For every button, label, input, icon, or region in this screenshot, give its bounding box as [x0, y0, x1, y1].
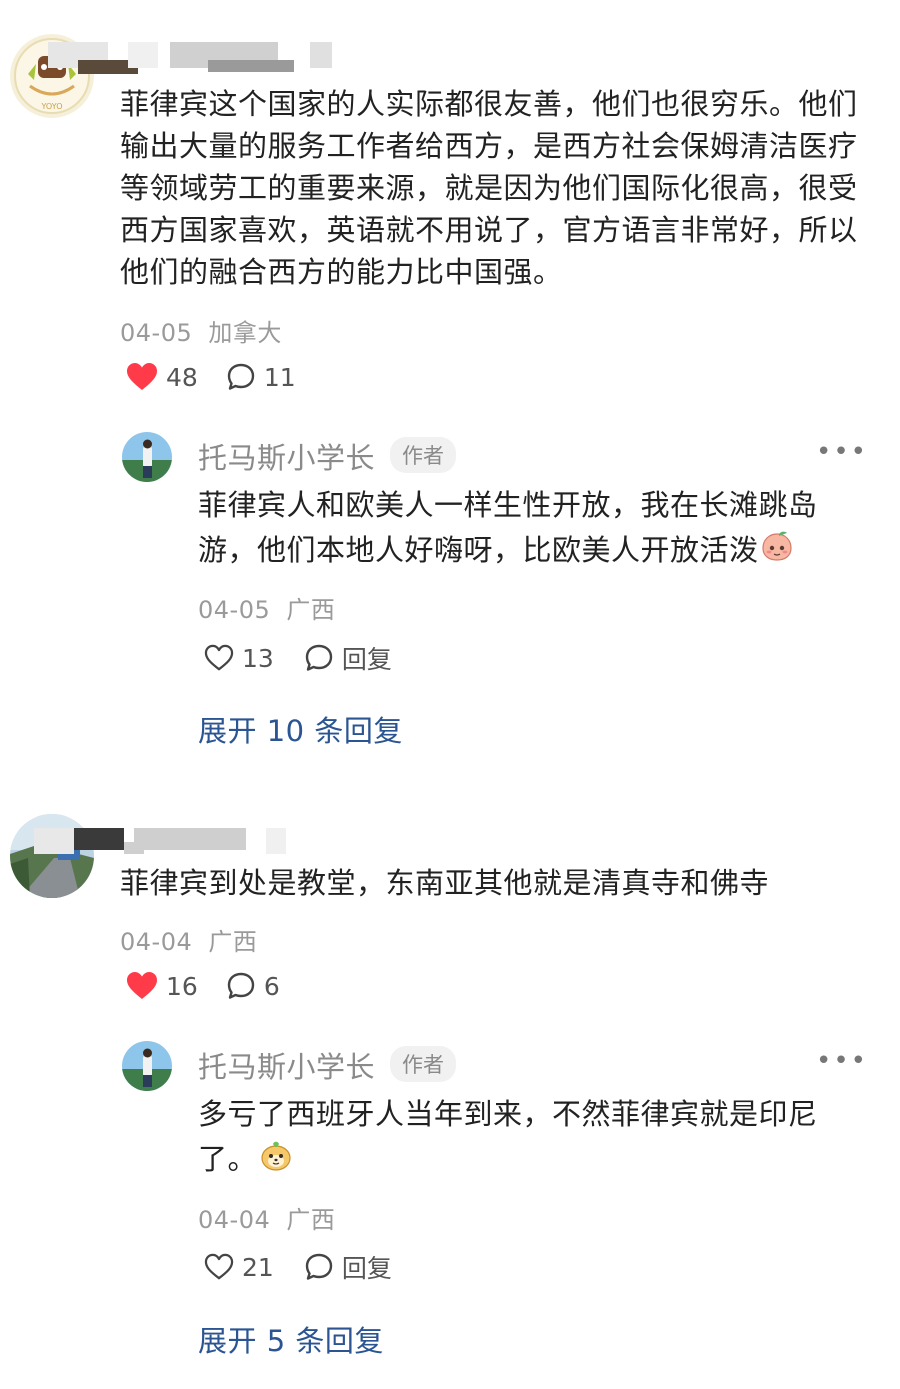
reply-label: 回复: [341, 1254, 392, 1283]
comment-bubble-icon: [227, 972, 255, 999]
author-badge: 作者: [390, 437, 456, 473]
reply-count-button[interactable]: 6: [226, 971, 280, 1001]
avatar-image: [122, 432, 172, 482]
like-count: 48: [166, 362, 198, 392]
svg-text:YOYO: YOYO: [40, 102, 62, 111]
comment-location: 广西: [208, 928, 258, 956]
reply-location: 广西: [286, 596, 336, 624]
heart-filled-icon: [127, 972, 157, 999]
reply-date: 04-04: [198, 1206, 271, 1234]
cat-face-emoji-icon: [259, 1138, 293, 1185]
more-options-icon[interactable]: •••: [816, 437, 868, 467]
like-count: 16: [166, 971, 198, 1001]
comment-actions: 16 6: [126, 971, 308, 1001]
comment-text: 菲律宾这个国家的人实际都很友善，他们也很穷乐。他们输出大量的服务工作者给西方，是…: [120, 87, 858, 289]
expand-replies-link[interactable]: 展开 10 条回复: [198, 708, 403, 750]
reply-count: 6: [263, 971, 280, 1001]
like-button[interactable]: 48: [126, 362, 198, 392]
reply-author-name[interactable]: 托马斯小学长: [198, 1044, 375, 1086]
reply-meta: 04-05 广西: [198, 590, 335, 625]
comment-location: 加拿大: [208, 319, 282, 347]
comment-date: 04-04: [120, 928, 193, 956]
reply-like-button[interactable]: 21: [204, 1253, 274, 1282]
more-options-icon[interactable]: •••: [816, 1046, 868, 1076]
reply-count-button[interactable]: 11: [226, 362, 296, 392]
reply-label: 回复: [341, 645, 392, 674]
comment-meta: 04-04 广西: [120, 922, 257, 957]
comment-text: 菲律宾到处是教堂，东南亚其他就是清真寺和佛寺: [120, 866, 770, 900]
reply-like-count: 13: [242, 643, 274, 673]
reply-like-count: 21: [242, 1252, 274, 1282]
reply-text: 多亏了西班牙人当年到来，不然菲律宾就是印尼了。: [198, 1092, 848, 1185]
heart-filled-icon: [127, 363, 157, 390]
reply-button[interactable]: 回复: [304, 640, 392, 676]
expand-replies-link[interactable]: 展开 5 条回复: [198, 1318, 384, 1360]
reply-author-name[interactable]: 托马斯小学长: [198, 435, 375, 477]
avatar-image: [10, 814, 94, 898]
reply-text: 菲律宾人和欧美人一样生性开放，我在长滩跳岛游，他们本地人好嗨呀，比欧美人开放活泼: [198, 483, 848, 575]
reply-date: 04-05: [198, 596, 271, 624]
reply-actions: 21 回复: [204, 1249, 420, 1285]
reply-count: 11: [263, 362, 296, 392]
comment-date: 04-05: [120, 319, 193, 347]
author-badge: 作者: [390, 1046, 456, 1082]
reply-avatar[interactable]: [122, 1041, 172, 1091]
comment-bubble-icon: [305, 1253, 333, 1280]
like-button[interactable]: 16: [126, 971, 198, 1001]
reply-location: 广西: [286, 1206, 336, 1234]
avatar-image: [122, 1041, 172, 1091]
reply-like-button[interactable]: 13: [204, 644, 274, 673]
reply-meta: 04-04 广西: [198, 1200, 335, 1235]
comment-meta: 04-05 加拿大: [120, 313, 282, 348]
comment-bubble-icon: [305, 644, 333, 671]
comment-bubble-icon: [227, 363, 255, 390]
reply-button[interactable]: 回复: [304, 1249, 392, 1285]
peach-face-emoji-icon: [761, 530, 793, 575]
heart-outline-icon: [204, 644, 234, 671]
username-blurred[interactable]: [34, 828, 286, 854]
username-blurred[interactable]: [48, 42, 332, 74]
heart-outline-icon: [204, 1253, 234, 1280]
reply-actions: 13 回复: [204, 640, 420, 676]
avatar[interactable]: [10, 814, 94, 898]
comment-actions: 48 11: [126, 362, 324, 392]
reply-avatar[interactable]: [122, 432, 172, 482]
